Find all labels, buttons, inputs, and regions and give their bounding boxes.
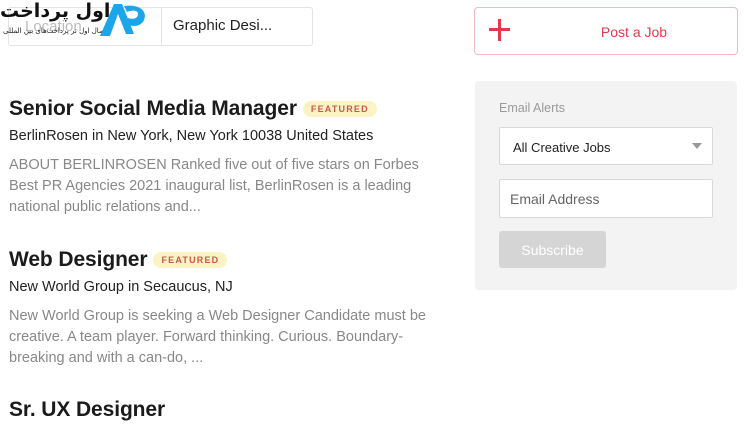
keyword-field[interactable]: Graphic Desi...: [173, 17, 272, 34]
search-divider: [161, 8, 162, 45]
job-company-location: New World Group in Secaucus, NJ: [9, 279, 233, 295]
email-alerts-panel: Email Alerts All Creative Jobs Subscribe: [475, 81, 737, 290]
email-address-input[interactable]: [499, 179, 713, 218]
job-category-value: All Creative Jobs: [513, 140, 611, 155]
post-job-button[interactable]: Post a Job: [474, 7, 738, 55]
watermark-subtext: اتصال اول تر پرداخت‌های بین المللی: [3, 27, 109, 35]
job-title-link[interactable]: Web Designer: [9, 248, 148, 272]
featured-badge: FEATURED: [153, 252, 228, 268]
job-listing: Senior Social Media Manager FEATURED Ber…: [9, 97, 449, 218]
job-description: New World Group is seeking a Web Designe…: [9, 308, 426, 366]
job-title-link[interactable]: Senior Social Media Manager: [9, 97, 297, 121]
job-listing: Sr. UX Designer: [9, 398, 449, 422]
job-description: ABOUT BERLINROSEN Ranked five out of fiv…: [9, 157, 419, 215]
watermark-logo: اول پرداخت اتصال اول تر پرداخت‌های بین ا…: [0, 0, 152, 44]
featured-badge: FEATURED: [302, 101, 377, 117]
job-category-select[interactable]: All Creative Jobs: [499, 127, 713, 165]
job-title-link[interactable]: Sr. UX Designer: [9, 398, 165, 422]
watermark-text: اول پرداخت: [0, 0, 111, 22]
ap-logo-icon: [100, 4, 145, 36]
job-listing: Web Designer FEATURED New World Group in…: [9, 248, 449, 369]
job-company-location: BerlinRosen in New York, New York 10038 …: [9, 128, 374, 144]
post-job-label: Post a Job: [600, 24, 668, 40]
chevron-down-icon: [692, 143, 702, 149]
subscribe-button[interactable]: Subscribe: [499, 231, 606, 268]
email-alerts-heading: Email Alerts: [499, 101, 565, 115]
